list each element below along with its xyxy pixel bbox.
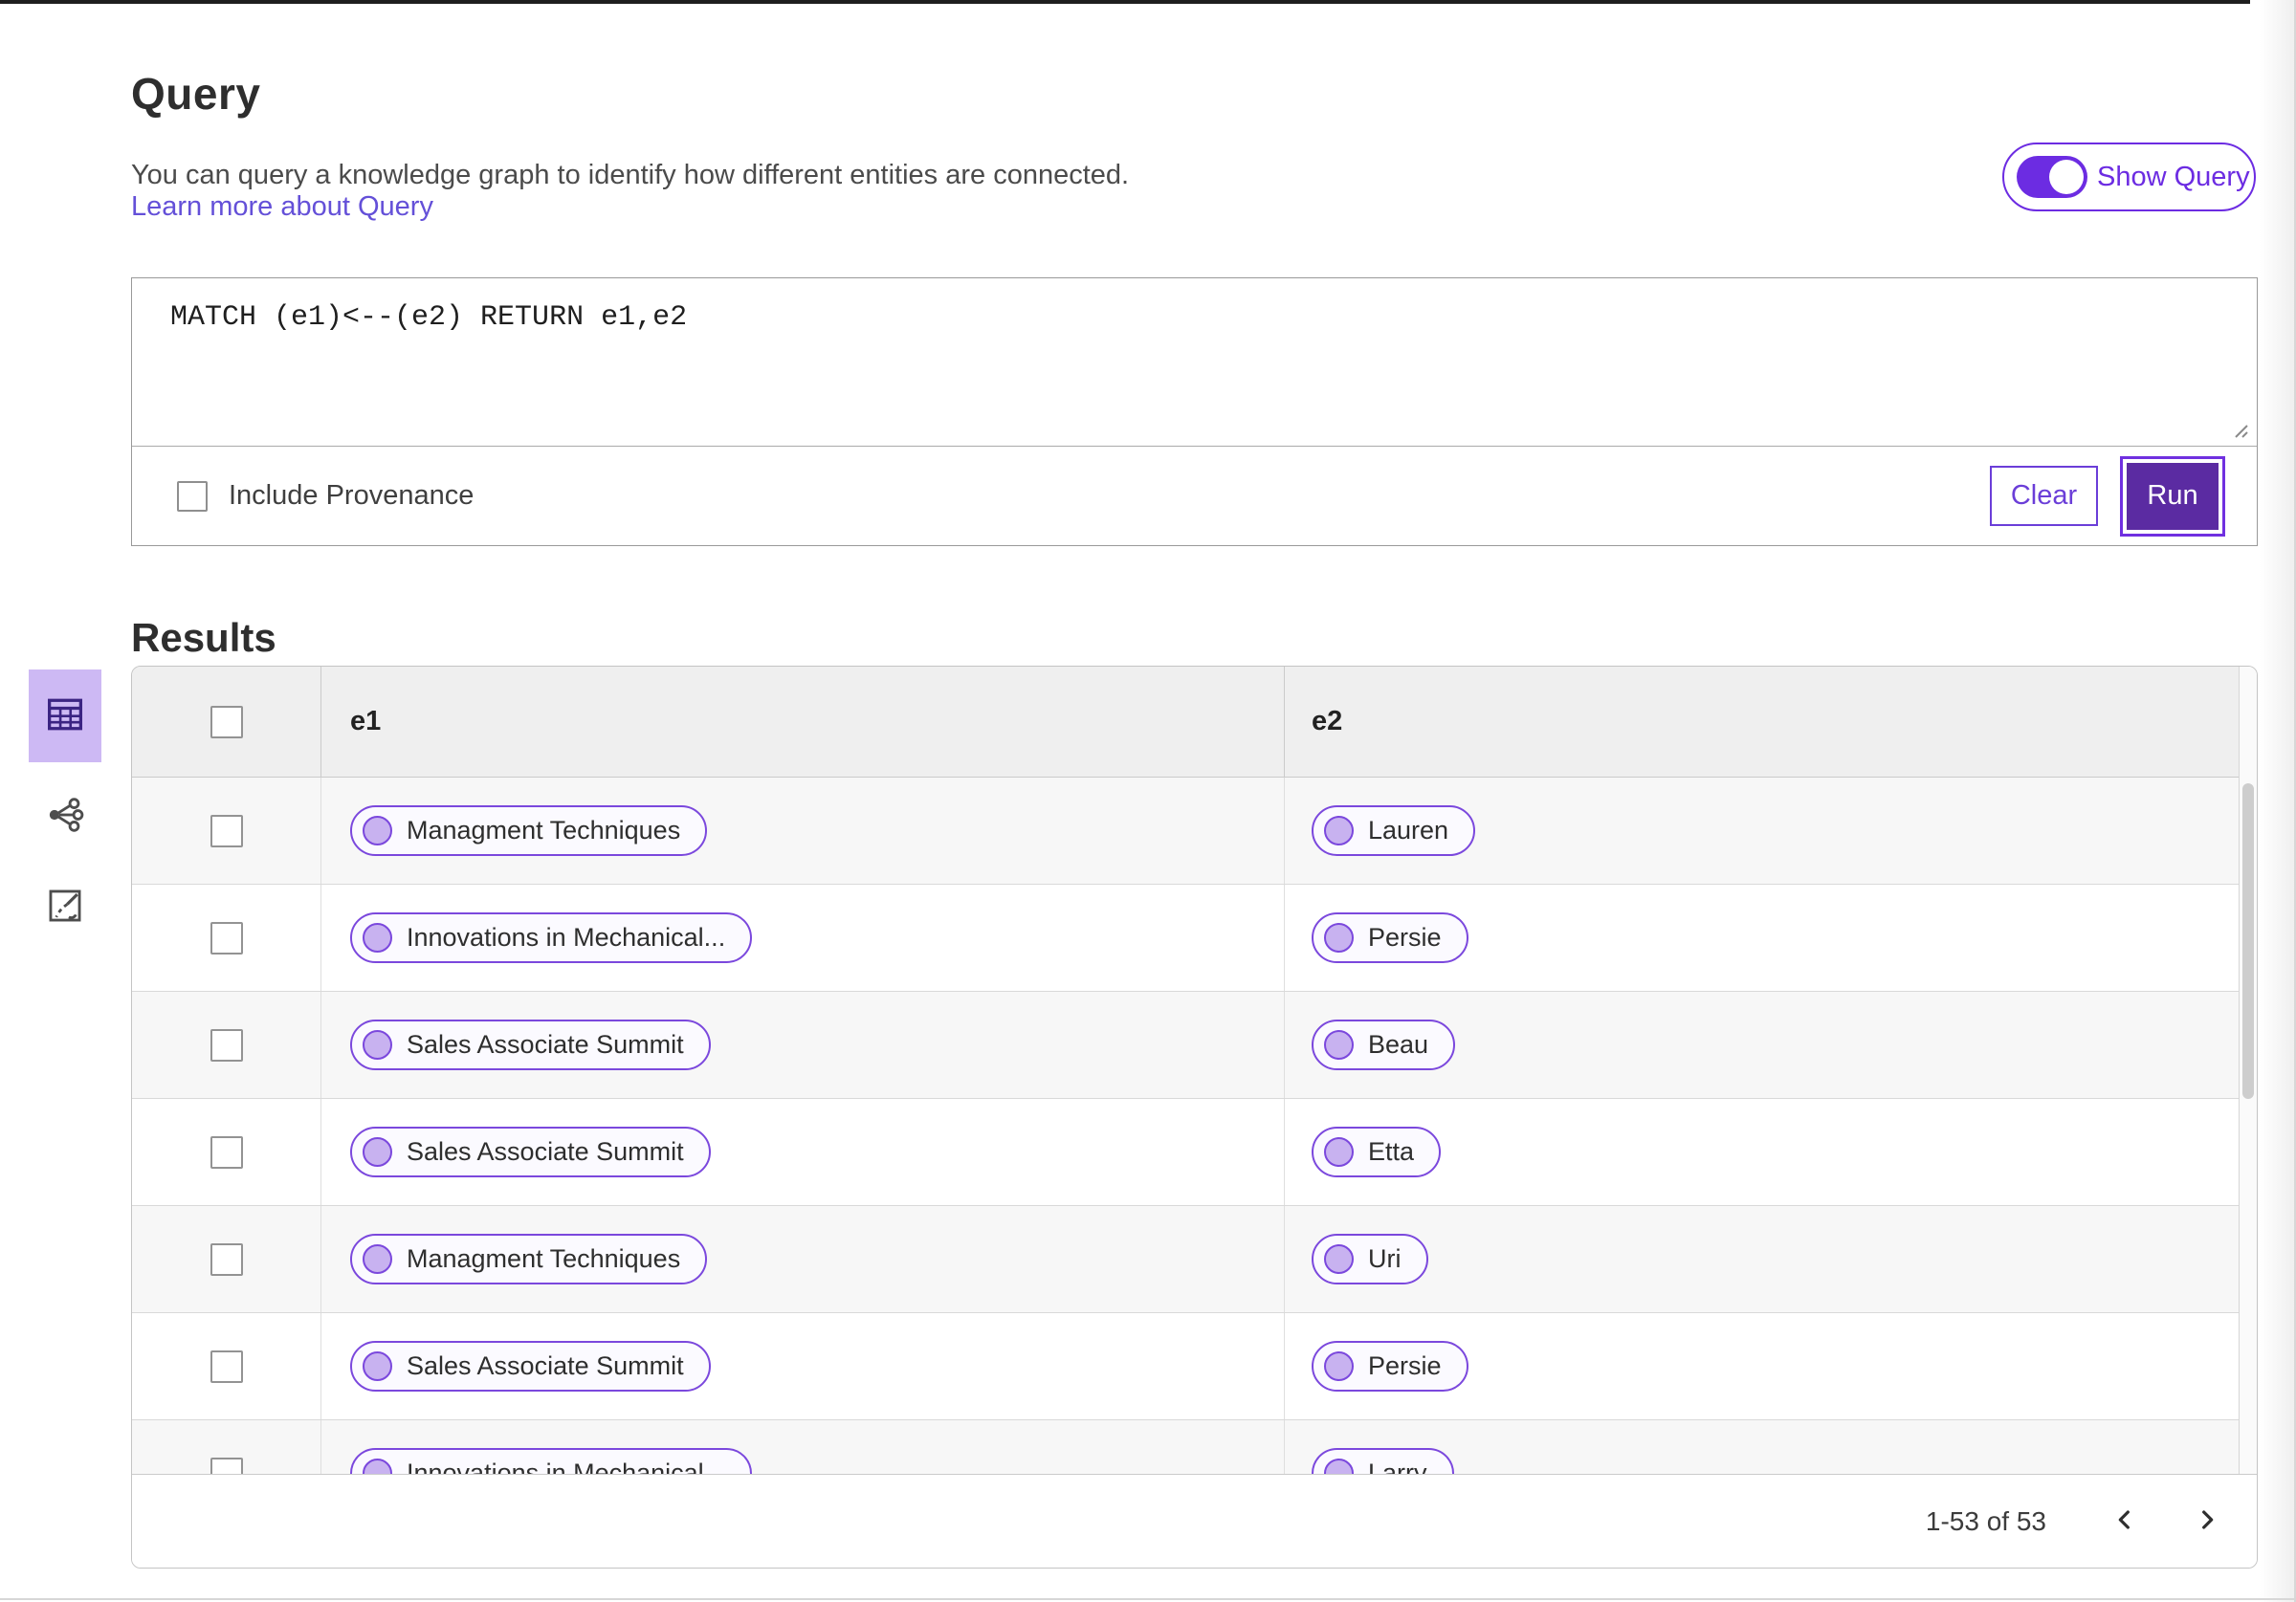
- table-row: Sales Associate Summit Beau: [132, 992, 2257, 1099]
- pagination-range-label: 1-53 of 53: [1925, 1505, 2046, 1536]
- entity-label: Beau: [1368, 1030, 1429, 1059]
- query-description: You can query a knowledge graph to ident…: [131, 160, 1130, 190]
- row-checkbox[interactable]: [210, 814, 243, 847]
- table-scrollbar[interactable]: [2239, 667, 2257, 1474]
- entity-circle-icon: [1324, 1030, 1354, 1060]
- entity-label: Innovations in Mechanical...: [407, 923, 726, 952]
- entity-label: Managment Techniques: [407, 816, 681, 845]
- query-card: MATCH (e1)<--(e2) RETURN e1,e2 Include P…: [131, 277, 2258, 546]
- query-section-title: Query: [131, 68, 261, 119]
- export-view-icon: [47, 888, 83, 927]
- query-editor[interactable]: MATCH (e1)<--(e2) RETURN e1,e2: [132, 278, 2257, 447]
- entity-pill-e2[interactable]: Uri: [1312, 1234, 1428, 1284]
- entity-circle-icon: [363, 1351, 392, 1381]
- entity-circle-icon: [363, 1244, 392, 1274]
- include-provenance-label: Include Provenance: [229, 480, 475, 511]
- entity-label: Lauren: [1368, 816, 1449, 845]
- table-header-row: e1 e2: [132, 667, 2257, 778]
- entity-circle-icon: [363, 1459, 392, 1474]
- table-view-icon: [46, 697, 84, 735]
- entity-pill-e2[interactable]: Persie: [1312, 912, 1468, 963]
- graph-view-button[interactable]: [29, 779, 101, 852]
- entity-circle-icon: [363, 816, 392, 845]
- page-top-divider: [0, 0, 2250, 4]
- entity-pill-e2[interactable]: Larry: [1312, 1448, 1454, 1474]
- clear-button[interactable]: Clear: [1990, 466, 2098, 526]
- show-query-toggle[interactable]: Show Query: [2002, 143, 2256, 211]
- entity-circle-icon: [1324, 1351, 1354, 1381]
- page-right-edge: [2260, 0, 2296, 1602]
- entity-pill-e1[interactable]: Managment Techniques: [350, 1234, 708, 1284]
- entity-label: Persie: [1368, 1351, 1442, 1380]
- table-row: Sales Associate Summit Etta: [132, 1099, 2257, 1206]
- results-card: e1 e2 Managment Techniques Lauren Innova…: [131, 666, 2258, 1569]
- chevron-left-icon: [2109, 1504, 2140, 1538]
- scrollbar-thumb[interactable]: [2242, 783, 2254, 1099]
- entity-label: Etta: [1368, 1137, 1415, 1166]
- include-provenance-checkbox[interactable]: [177, 480, 208, 512]
- entity-pill-e2[interactable]: Etta: [1312, 1127, 1442, 1177]
- pagination-prev-button[interactable]: [2106, 1503, 2144, 1541]
- graph-view-icon: [45, 797, 85, 836]
- run-button[interactable]: Run: [2123, 458, 2222, 534]
- row-checkbox[interactable]: [210, 1242, 243, 1276]
- entity-circle-icon: [363, 923, 392, 953]
- row-checkbox[interactable]: [210, 1028, 243, 1062]
- entity-circle-icon: [1324, 816, 1354, 845]
- table-row: Managment Techniques Lauren: [132, 778, 2257, 885]
- entity-pill-e2[interactable]: Lauren: [1312, 805, 1476, 856]
- entity-label: Innovations in Mechanical...: [407, 1459, 726, 1474]
- entity-circle-icon: [363, 1137, 392, 1167]
- entity-circle-icon: [1324, 1459, 1354, 1474]
- entity-circle-icon: [363, 1030, 392, 1060]
- toggle-knob: [2049, 160, 2084, 194]
- entity-pill-e1[interactable]: Sales Associate Summit: [350, 1020, 711, 1070]
- entity-pill-e2[interactable]: Persie: [1312, 1341, 1468, 1392]
- entity-label: Larry: [1368, 1459, 1427, 1474]
- row-checkbox[interactable]: [210, 921, 243, 955]
- results-section-title: Results: [131, 614, 276, 660]
- entity-label: Managment Techniques: [407, 1244, 681, 1273]
- entity-pill-e1[interactable]: Sales Associate Summit: [350, 1341, 711, 1392]
- entity-label: Uri: [1368, 1244, 1402, 1273]
- entity-pill-e1[interactable]: Innovations in Mechanical...: [350, 1448, 753, 1474]
- entity-label: Sales Associate Summit: [407, 1030, 684, 1059]
- entity-pill-e2[interactable]: Beau: [1312, 1020, 1456, 1070]
- export-view-button[interactable]: [29, 870, 101, 943]
- entity-circle-icon: [1324, 923, 1354, 953]
- toggle-switch-icon[interactable]: [2017, 156, 2087, 198]
- show-query-label: Show Query: [2097, 161, 2250, 192]
- table-row: Managment Techniques Uri: [132, 1206, 2257, 1313]
- table-body: Managment Techniques Lauren Innovations …: [132, 778, 2257, 1474]
- table-row: Innovations in Mechanical... Larry: [132, 1420, 2257, 1474]
- table-view-button[interactable]: [29, 669, 101, 762]
- pagination-next-button[interactable]: [2188, 1503, 2226, 1541]
- entity-pill-e1[interactable]: Sales Associate Summit: [350, 1127, 711, 1177]
- row-checkbox[interactable]: [210, 1135, 243, 1169]
- entity-circle-icon: [1324, 1137, 1354, 1167]
- select-all-checkbox[interactable]: [210, 705, 243, 738]
- page-bottom-divider: [0, 1598, 2296, 1600]
- entity-pill-e1[interactable]: Innovations in Mechanical...: [350, 912, 753, 963]
- entity-label: Sales Associate Summit: [407, 1137, 684, 1166]
- learn-more-link[interactable]: Learn more about Query: [131, 191, 433, 223]
- entity-label: Persie: [1368, 923, 1442, 952]
- column-header-e1: e1: [350, 706, 382, 736]
- row-checkbox[interactable]: [210, 1350, 243, 1383]
- pagination-bar: 1-53 of 53: [132, 1474, 2257, 1568]
- resize-grip-icon[interactable]: [2228, 418, 2251, 446]
- table-row: Sales Associate Summit Persie: [132, 1313, 2257, 1420]
- column-header-e2: e2: [1312, 706, 1343, 736]
- table-row: Innovations in Mechanical... Persie: [132, 885, 2257, 992]
- results-scroll-area[interactable]: e1 e2 Managment Techniques Lauren Innova…: [132, 667, 2257, 1474]
- entity-circle-icon: [1324, 1244, 1354, 1274]
- entity-pill-e1[interactable]: Managment Techniques: [350, 805, 708, 856]
- entity-label: Sales Associate Summit: [407, 1351, 684, 1380]
- chevron-right-icon: [2192, 1504, 2222, 1538]
- row-checkbox[interactable]: [210, 1457, 243, 1474]
